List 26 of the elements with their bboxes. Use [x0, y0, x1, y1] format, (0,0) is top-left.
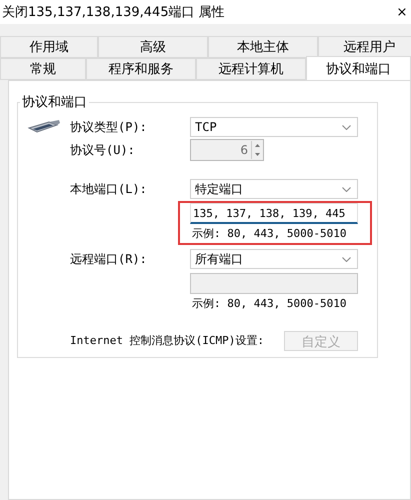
close-button[interactable]: × [395, 4, 409, 20]
example-hint: 示例: 80, 443, 5000-5010 [191, 296, 348, 311]
field-label: 远程端口(R): [70, 250, 148, 268]
port-input-field[interactable]: 135, 137, 138, 139, 445 [190, 203, 358, 224]
tab[interactable]: 作用域 [0, 36, 98, 58]
example-hint: 示例: 80, 443, 5000-5010 [191, 226, 348, 241]
port-dropdown[interactable]: 特定端口 [190, 179, 358, 199]
tab[interactable]: 本地主体 [208, 36, 318, 58]
tab[interactable]: 远程计算机 [196, 58, 306, 80]
tab[interactable]: 远程用户 [318, 36, 411, 58]
protocol-type-dropdown[interactable]: TCP [190, 117, 358, 137]
field-label: 协议号(U): [70, 142, 136, 158]
group-title: 协议和端口 [21, 94, 88, 111]
tab[interactable]: 常规 [0, 58, 86, 80]
network-plug-icon [27, 119, 61, 135]
tab[interactable]: 高级 [98, 36, 208, 58]
chevron-down-icon [342, 186, 351, 192]
tab[interactable]: 协议和端口 [306, 56, 411, 80]
port-dropdown[interactable]: 所有端口 [190, 249, 358, 269]
tab[interactable]: 程序和服务 [86, 58, 196, 80]
window-title: 关闭135,137,138,139,445端口 属性 [2, 4, 225, 21]
field-label: 协议类型(P): [70, 118, 148, 136]
field-label: 本地端口(L): [70, 180, 148, 198]
icmp-label: Internet 控制消息协议(ICMP)设置: [70, 335, 265, 347]
chevron-down-icon [342, 256, 351, 262]
chevron-down-icon [342, 124, 351, 130]
